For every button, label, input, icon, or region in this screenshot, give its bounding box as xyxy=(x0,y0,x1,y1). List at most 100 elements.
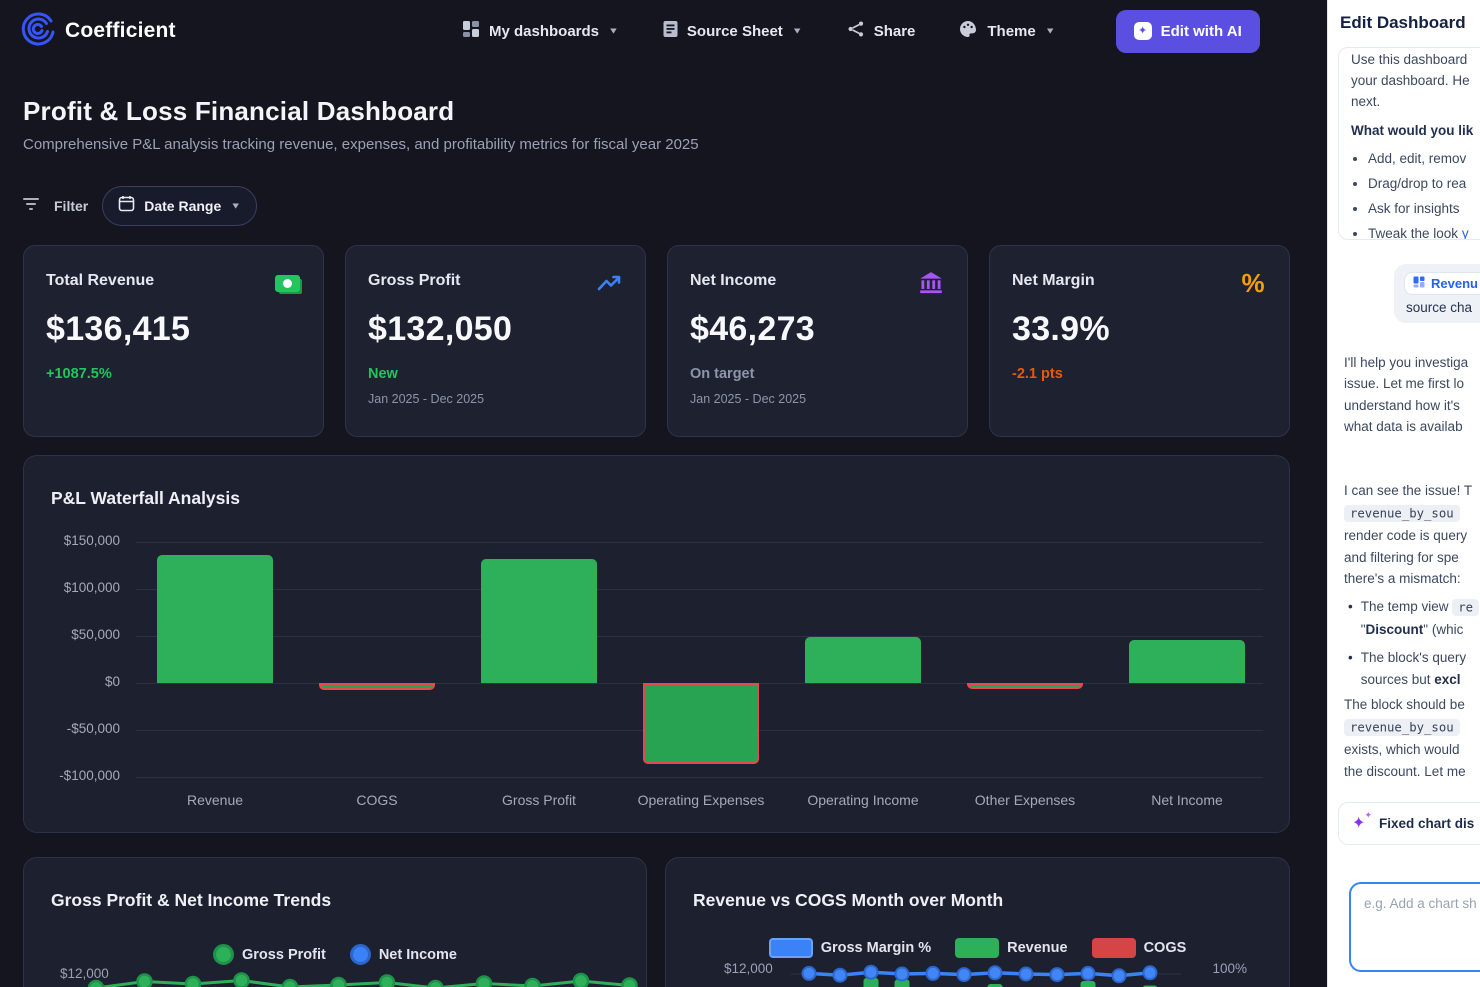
chat-text-line: I'll help you investiga xyxy=(1344,352,1468,373)
waterfall-gridline xyxy=(136,589,1263,590)
chat-bullet-text: The block's query sources but excl xyxy=(1361,647,1466,690)
legend-item-revenue: Revenue xyxy=(955,938,1067,958)
intro-bullet-list: Add, edit, removDrag/drop to reaAsk for … xyxy=(1351,146,1480,240)
chat-text-line: The temp view re xyxy=(1361,596,1479,619)
chat-text-line: issue. Let me first lo xyxy=(1344,373,1468,394)
mom-right-tick: 100% xyxy=(1212,961,1247,976)
trends-legend: Gross Profit Net Income xyxy=(24,944,646,965)
legend-label: Gross Margin % xyxy=(821,940,931,956)
chat-text-line: understand how it's xyxy=(1344,395,1468,416)
date-range-button[interactable]: Date Range ▼ xyxy=(102,186,257,226)
chat-text-line: the discount. Let me xyxy=(1344,761,1466,782)
brand-logo[interactable]: Coefficient xyxy=(20,0,176,62)
waterfall-y-tick: $0 xyxy=(24,674,120,689)
intro-question-line: What would you lik xyxy=(1351,120,1480,141)
bullet-marker: • xyxy=(1348,647,1353,690)
revenue-vs-cogs-legend: Gross Margin % Revenue COGS xyxy=(666,938,1289,958)
legend-dot xyxy=(213,944,234,965)
nav-item-label: Share xyxy=(874,23,916,40)
kpi-title: Gross Profit xyxy=(368,272,460,290)
edit-dashboard-sidebar: Edit Dashboard Use this dashboardyour da… xyxy=(1327,0,1480,987)
chat-text-line: revenue_by_sou xyxy=(1344,502,1479,524)
trending-up-icon xyxy=(593,268,625,298)
nav-item-label: Theme xyxy=(987,23,1035,40)
nav-item-label: Source Sheet xyxy=(687,23,783,40)
chat-text: issue. Let me first lo xyxy=(1344,376,1464,391)
fixed-chart-label: Fixed chart dis xyxy=(1379,816,1474,831)
chat-text-line: exists, which would xyxy=(1344,739,1466,760)
chat-text: exists, which would xyxy=(1344,742,1460,757)
chat-text: excl xyxy=(1434,672,1460,687)
legend-item-gross-profit: Gross Profit xyxy=(213,944,326,965)
nav-item-share[interactable]: Share xyxy=(847,20,916,43)
percent-icon: % xyxy=(1237,268,1269,298)
kpi-card-net-margin: Net Margin%33.9%-2.1 pts xyxy=(989,245,1290,437)
inline-code: revenue_by_sou xyxy=(1344,505,1460,522)
legend-swatch xyxy=(955,938,999,958)
sparkle-badge-icon: ✦ xyxy=(1134,22,1152,40)
kpi-period: Jan 2025 - Dec 2025 xyxy=(368,392,484,406)
mom-line-sliver xyxy=(791,956,1181,987)
trends-panel: Gross Profit & Net Income Trends Gross P… xyxy=(23,857,647,987)
waterfall-y-tick: $50,000 xyxy=(24,627,120,642)
chat-bullet-item: •The temp view re"Discount" (whic xyxy=(1348,596,1479,640)
nav-item-source-sheet[interactable]: Source Sheet▼ xyxy=(663,20,803,43)
chat-text-line: The block's query xyxy=(1361,647,1466,669)
intro-paragraph-line: Use this dashboard xyxy=(1351,49,1480,70)
legend-item-cogs: COGS xyxy=(1092,938,1187,958)
chevron-down-icon: ▼ xyxy=(608,26,619,36)
waterfall-bar-other-expenses xyxy=(967,683,1083,689)
waterfall-plot: $150,000$100,000$50,000$0-$50,000-$100,0… xyxy=(24,526,1289,826)
waterfall-bar-operating-income xyxy=(805,637,921,683)
kpi-card-gross-profit: Gross Profit$132,050NewJan 2025 - Dec 20… xyxy=(345,245,646,437)
nav-item-my-dashboards[interactable]: My dashboards▼ xyxy=(462,20,619,43)
fixed-chart-action-button[interactable]: ✦✦ Fixed chart dis xyxy=(1338,802,1480,845)
chat-text: sources but xyxy=(1361,672,1435,687)
intro-bullet-link[interactable]: y xyxy=(1462,226,1469,240)
waterfall-x-label: Revenue xyxy=(130,792,300,808)
intro-bullet-item: Add, edit, remov xyxy=(1368,146,1480,171)
nav-item-theme[interactable]: Theme ▼ xyxy=(959,20,1055,43)
kpi-card-net-income: Net Income$46,273On targetJan 2025 - Dec… xyxy=(667,245,968,437)
chat-bullet-item: • The block's query sources but excl xyxy=(1348,647,1479,690)
filter-label: Filter xyxy=(54,198,88,214)
kpi-title: Net Margin xyxy=(1012,272,1095,290)
chat-bullet-text: The temp view re"Discount" (whic xyxy=(1361,596,1479,640)
inline-code: re xyxy=(1452,599,1479,616)
waterfall-y-tick: -$100,000 xyxy=(24,768,120,783)
intro-bullet-item: Ask for insights xyxy=(1368,196,1480,221)
legend-item-net-income: Net Income xyxy=(350,944,457,965)
legend-swatch xyxy=(769,938,813,958)
calendar-icon xyxy=(118,195,135,217)
waterfall-x-label: Other Expenses xyxy=(940,792,1110,808)
assistant-intro-card: Use this dashboardyour dashboard. Henext… xyxy=(1338,47,1480,240)
app-root: Coefficient My dashboards▼Source Sheet▼S… xyxy=(0,0,1480,987)
waterfall-y-tick: $150,000 xyxy=(24,533,120,548)
chart-ref-icon xyxy=(1413,276,1425,291)
chart-reference-chip[interactable]: Revenu xyxy=(1404,272,1480,295)
chevron-down-icon: ▼ xyxy=(1045,26,1056,36)
waterfall-bar-operating-expenses xyxy=(643,683,759,764)
chevron-down-icon: ▼ xyxy=(230,201,241,211)
chat-text: the discount. Let me xyxy=(1344,764,1466,779)
sparkles-icon: ✦✦ xyxy=(1352,816,1370,832)
chat-text: what data is availab xyxy=(1344,419,1463,434)
grid-icon xyxy=(462,20,480,43)
sidebar-title: Edit Dashboard xyxy=(1340,13,1466,33)
chat-input[interactable] xyxy=(1349,882,1480,972)
intro-paragraph-line: your dashboard. He xyxy=(1351,70,1480,91)
revenue-vs-cogs-panel: Revenue vs COGS Month over Month Gross M… xyxy=(665,857,1290,987)
trends-title: Gross Profit & Net Income Trends xyxy=(51,890,331,911)
edit-with-ai-button[interactable]: ✦Edit with AI xyxy=(1116,10,1260,53)
chat-text: I can see the issue! T xyxy=(1344,483,1472,498)
chat-text-line: I can see the issue! T xyxy=(1344,480,1479,501)
waterfall-x-label: Net Income xyxy=(1102,792,1272,808)
chat-text: The block should be xyxy=(1344,697,1465,712)
user-message-bubble: Revenu source cha xyxy=(1394,264,1480,323)
revenue-vs-cogs-title: Revenue vs COGS Month over Month xyxy=(693,890,1003,911)
waterfall-x-label: Gross Profit xyxy=(454,792,624,808)
chart-reference-label: Revenu xyxy=(1431,276,1478,291)
filter-row: Filter Date Range ▼ xyxy=(23,186,257,226)
chat-text-line: and filtering for spe xyxy=(1344,547,1479,568)
legend-label: Gross Profit xyxy=(242,947,326,963)
